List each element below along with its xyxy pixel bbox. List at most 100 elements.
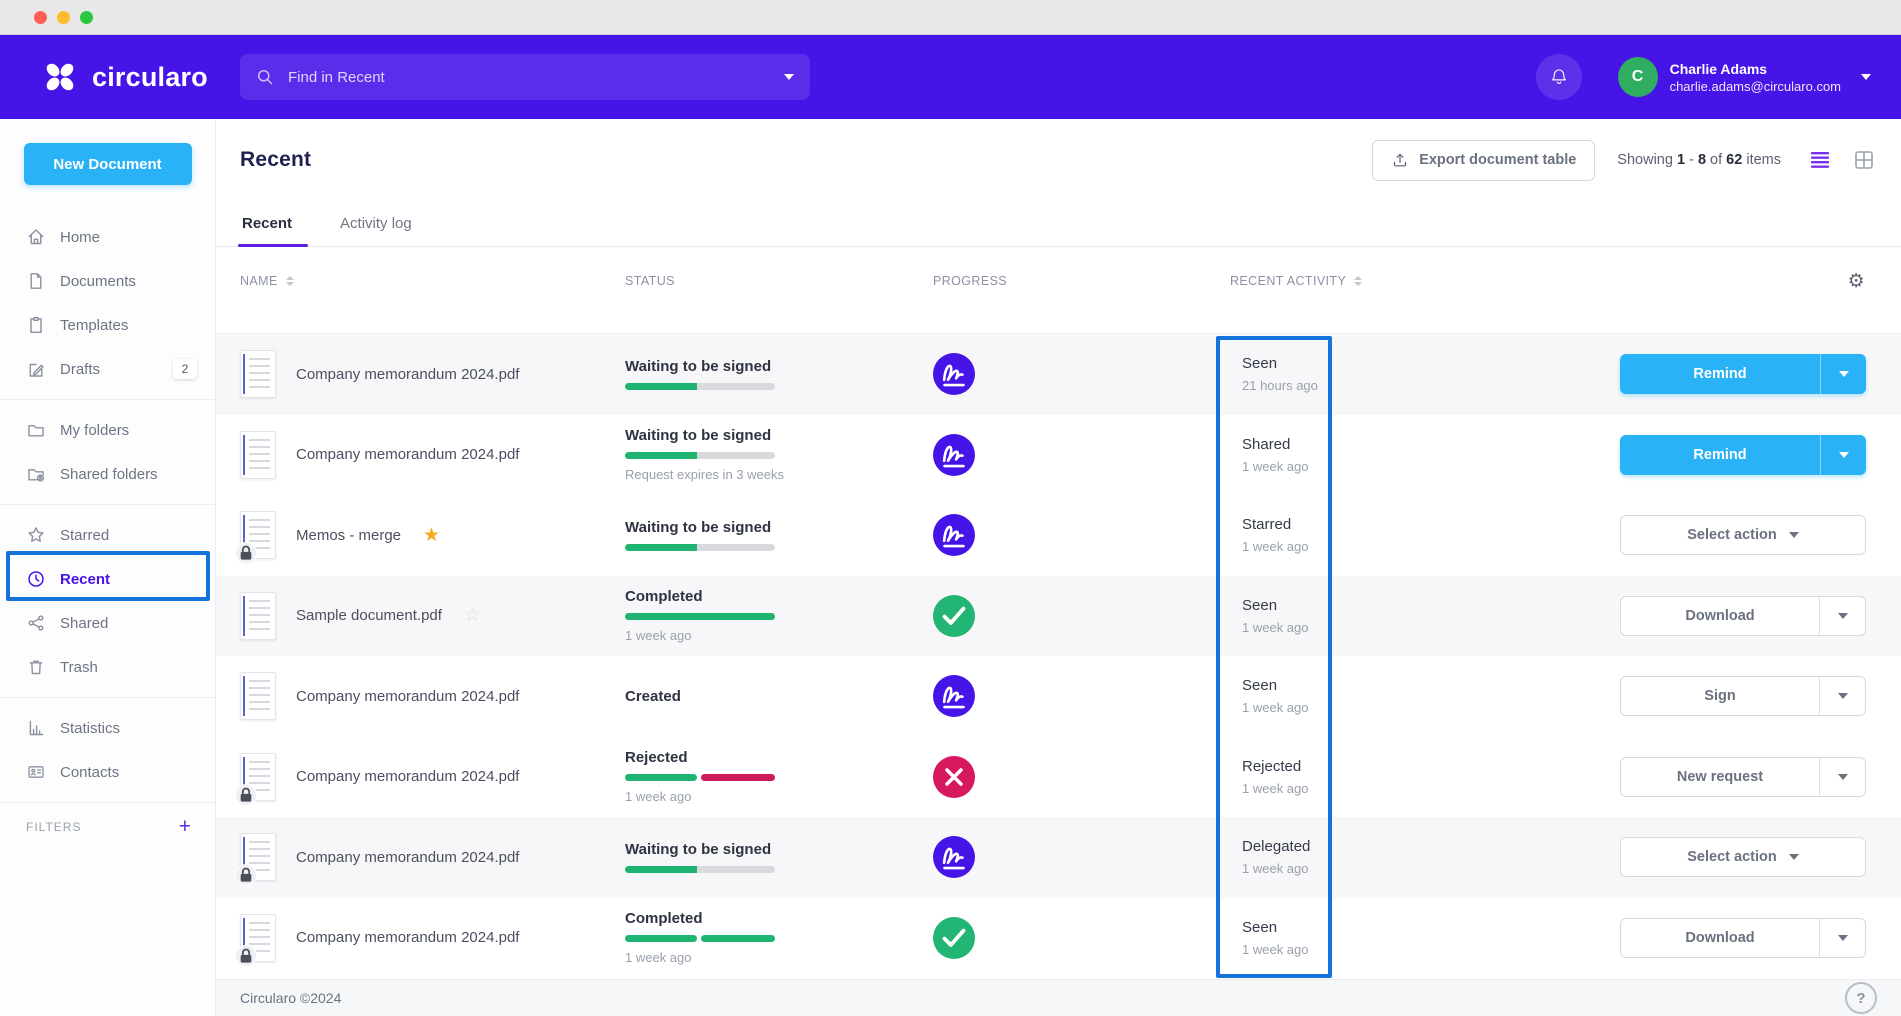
table-row[interactable]: Sample document.pdf☆Completed1 week agoS… xyxy=(216,576,1901,657)
search-icon xyxy=(256,68,274,86)
table-row[interactable]: Company memorandum 2024.pdf Completed 1 we… xyxy=(216,898,1901,979)
status-subtext: 1 week ago xyxy=(625,950,933,965)
document-name[interactable]: Company memorandum 2024.pdf xyxy=(296,688,519,705)
table-row[interactable]: Company memorandum 2024.pdfCreatedSeen1 … xyxy=(216,656,1901,737)
download-button[interactable]: Download xyxy=(1620,918,1866,958)
table-settings-gear-icon[interactable]: ⚙ xyxy=(1848,272,1865,291)
select-action-button-label[interactable]: Select action xyxy=(1621,516,1865,554)
sign-button[interactable]: Sign xyxy=(1620,676,1866,716)
select-action-button-label[interactable]: Select action xyxy=(1621,838,1865,876)
lock-icon xyxy=(235,542,257,564)
activity-time: 1 week ago xyxy=(1242,539,1620,554)
circularo-logo-icon xyxy=(40,57,80,97)
home-icon xyxy=(26,227,46,247)
app-header: circularo C Charlie Adams charlie.adams@… xyxy=(0,35,1901,119)
star-icon[interactable]: ★ xyxy=(423,526,440,545)
brand[interactable]: circularo xyxy=(40,57,216,97)
column-header-recent-activity[interactable]: RECENT ACTIVITY xyxy=(1230,274,1620,288)
signature-status-icon xyxy=(933,434,975,476)
document-name[interactable]: Company memorandum 2024.pdf xyxy=(296,446,519,463)
sidebar-item-drafts[interactable]: Drafts2 xyxy=(0,347,215,391)
sidebar-item-shared-folders[interactable]: Shared folders xyxy=(0,452,215,496)
column-header-status: STATUS xyxy=(625,274,933,288)
search-bar[interactable] xyxy=(240,54,810,100)
sidebar-item-documents[interactable]: Documents xyxy=(0,259,215,303)
remind-button[interactable]: Remind xyxy=(1620,435,1866,475)
select-action-button[interactable]: Select action xyxy=(1620,837,1866,877)
sidebar-item-starred[interactable]: Starred xyxy=(0,513,215,557)
status-text: Completed xyxy=(625,910,933,927)
export-icon xyxy=(1391,151,1409,169)
activity-time: 1 week ago xyxy=(1242,620,1620,635)
new-request-button-label[interactable]: New request xyxy=(1621,758,1819,796)
help-button[interactable]: ? xyxy=(1845,982,1877,1014)
tab-activity-log[interactable]: Activity log xyxy=(338,201,414,246)
sidebar-item-contacts[interactable]: Contacts xyxy=(0,750,215,794)
sign-dropdown-caret[interactable] xyxy=(1819,677,1865,715)
document-name[interactable]: Company memorandum 2024.pdf xyxy=(296,849,519,866)
sidebar-item-label: Shared xyxy=(60,615,108,632)
table-row[interactable]: Memos - merge★Waiting to be signedStarre… xyxy=(216,495,1901,576)
sidebar-item-home[interactable]: Home xyxy=(0,215,215,259)
activity-type: Seen xyxy=(1242,677,1620,694)
list-view-button[interactable] xyxy=(1809,149,1831,171)
zoom-button[interactable] xyxy=(80,11,93,24)
sidebar-item-shared[interactable]: Shared xyxy=(0,601,215,645)
notifications-button[interactable] xyxy=(1536,54,1582,100)
remind-button-label[interactable]: Remind xyxy=(1620,354,1820,394)
tab-recent[interactable]: Recent xyxy=(240,201,294,246)
new-request-button[interactable]: New request xyxy=(1620,757,1866,797)
table-row[interactable]: Company memorandum 2024.pdfWaiting to be… xyxy=(216,334,1901,415)
copyright: Circularo ©2024 xyxy=(240,990,341,1006)
status-subtext: 1 week ago xyxy=(625,628,933,643)
export-button[interactable]: Export document table xyxy=(1372,140,1595,181)
download-dropdown-caret[interactable] xyxy=(1819,597,1865,635)
table-row[interactable]: Company memorandum 2024.pdfWaiting to be… xyxy=(216,415,1901,496)
table-row[interactable]: Company memorandum 2024.pdfRejected1 wee… xyxy=(216,737,1901,818)
activity-time: 1 week ago xyxy=(1242,942,1620,957)
sign-button-label[interactable]: Sign xyxy=(1621,677,1819,715)
remind-dropdown-caret[interactable] xyxy=(1820,354,1866,394)
download-button-label[interactable]: Download xyxy=(1621,919,1819,957)
select-action-button[interactable]: Select action xyxy=(1620,515,1866,555)
select-action-dropdown-caret[interactable] xyxy=(1789,854,1799,860)
search-scope-caret-icon[interactable] xyxy=(784,74,794,80)
sidebar-item-label: Templates xyxy=(60,317,128,334)
download-button[interactable]: Download xyxy=(1620,596,1866,636)
document-name[interactable]: Sample document.pdf xyxy=(296,607,442,624)
sidebar-item-my-folders[interactable]: My folders xyxy=(0,408,215,452)
search-input[interactable] xyxy=(286,68,772,87)
remind-button-label[interactable]: Remind xyxy=(1620,435,1820,475)
export-button-label: Export document table xyxy=(1419,152,1576,168)
remind-dropdown-caret[interactable] xyxy=(1820,435,1866,475)
sort-icon[interactable] xyxy=(286,276,294,286)
remind-button[interactable]: Remind xyxy=(1620,354,1866,394)
document-name[interactable]: Company memorandum 2024.pdf xyxy=(296,768,519,785)
progress-bar xyxy=(625,383,775,390)
download-dropdown-caret[interactable] xyxy=(1819,919,1865,957)
activity-type: Seen xyxy=(1242,919,1620,936)
minimize-button[interactable] xyxy=(57,11,70,24)
document-name[interactable]: Company memorandum 2024.pdf xyxy=(296,366,519,383)
close-button[interactable] xyxy=(34,11,47,24)
status-text: Completed xyxy=(625,588,933,605)
new-document-button[interactable]: New Document xyxy=(24,143,192,185)
star-icon[interactable]: ☆ xyxy=(464,606,481,625)
sidebar-item-recent[interactable]: Recent xyxy=(0,557,215,601)
bell-icon xyxy=(1548,66,1570,88)
document-name[interactable]: Memos - merge xyxy=(296,527,401,544)
select-action-dropdown-caret[interactable] xyxy=(1789,532,1799,538)
document-name[interactable]: Company memorandum 2024.pdf xyxy=(296,929,519,946)
sidebar-item-templates[interactable]: Templates xyxy=(0,303,215,347)
add-filter-button[interactable]: + xyxy=(175,816,195,837)
sidebar-item-statistics[interactable]: Statistics xyxy=(0,706,215,750)
column-header-name[interactable]: NAME xyxy=(240,274,625,288)
shared-folder-icon xyxy=(26,464,46,484)
sort-icon[interactable] xyxy=(1354,276,1362,286)
user-menu[interactable]: C Charlie Adams charlie.adams@circularo.… xyxy=(1618,57,1877,97)
sidebar-item-trash[interactable]: Trash xyxy=(0,645,215,689)
new-request-dropdown-caret[interactable] xyxy=(1819,758,1865,796)
table-row[interactable]: Company memorandum 2024.pdfWaiting to be… xyxy=(216,817,1901,898)
grid-view-button[interactable] xyxy=(1853,149,1875,171)
download-button-label[interactable]: Download xyxy=(1621,597,1819,635)
